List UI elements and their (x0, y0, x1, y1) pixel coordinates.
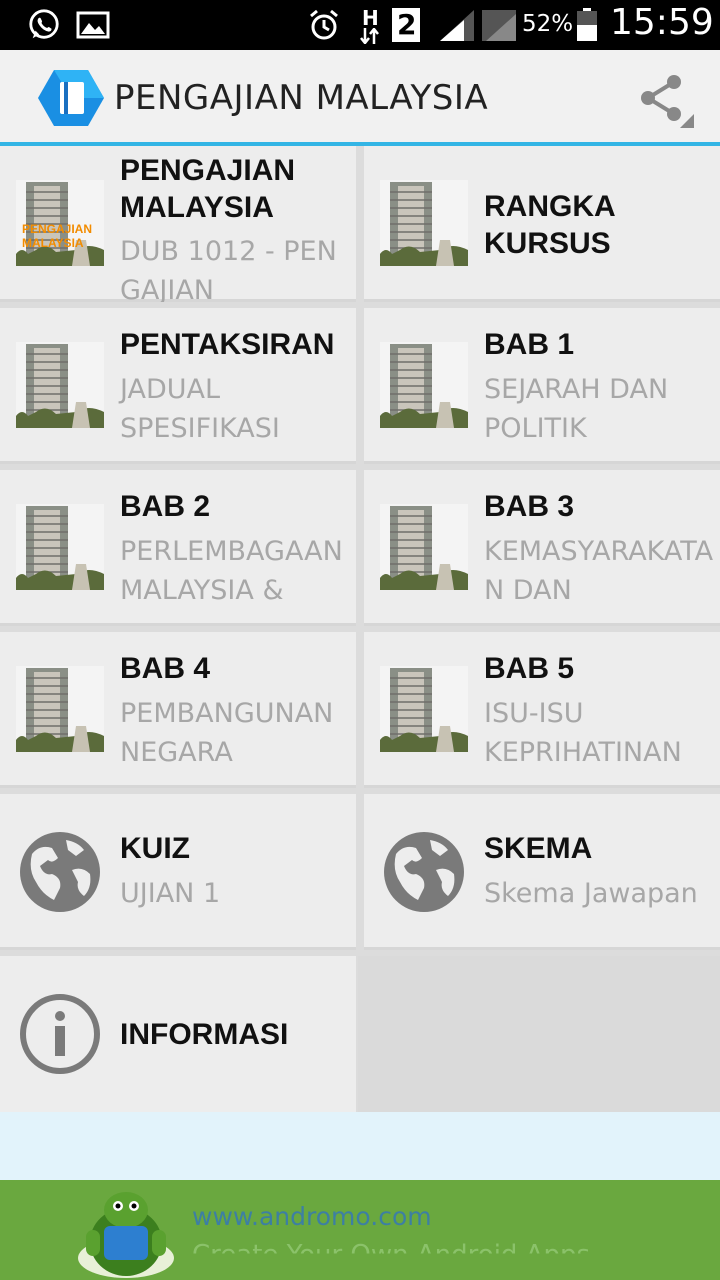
tile-title: RANGKA KURSUS (484, 190, 615, 260)
building-thumbnail-icon (16, 342, 104, 428)
signal-strength-2-icon (482, 10, 516, 41)
ad-banner[interactable]: www.andromo.com Create Your Own Android … (0, 1180, 720, 1280)
content-bottom-area (0, 1112, 720, 1180)
building-thumbnail-icon (16, 666, 104, 752)
tile-pengajian-malaysia[interactable]: PENGAJIAN MALAYSIA PENGAJIAN MALAYSIA DU… (0, 146, 356, 302)
tile-title: BAB 4 (120, 652, 211, 685)
tile-subtitle: PERLEMBAGAAN MALAYSIA & (120, 536, 343, 606)
tile-title: BAB 1 (484, 328, 575, 361)
building-thumbnail-icon (380, 342, 468, 428)
tile-title: BAB 2 (120, 490, 211, 523)
battery-icon (577, 8, 597, 41)
tile-subtitle: SEJARAH DAN POLITIK (484, 374, 669, 444)
thumb-overlay-text: PENGAJIAN MALAYSIA (22, 222, 93, 250)
tile-subtitle: JADUAL SPESIFIKASI (120, 374, 280, 444)
ad-url[interactable]: www.andromo.com (192, 1202, 432, 1231)
tile-bab-4[interactable]: BAB 4 PEMBANGUNAN NEGARA (0, 632, 356, 788)
building-thumbnail-icon (380, 666, 468, 752)
tile-subtitle: Skema Jawapan (484, 878, 698, 909)
gallery-icon (76, 11, 110, 39)
tile-title: PENTAKSIRAN (120, 328, 335, 361)
tile-subtitle: DUB 1012 - PENGAJIAN (120, 236, 337, 302)
building-thumbnail-icon (380, 504, 468, 590)
tile-pentaksiran[interactable]: PENTAKSIRAN JADUAL SPESIFIKASI (0, 308, 356, 464)
info-icon (20, 994, 100, 1074)
signal-strength-icon (440, 10, 474, 41)
tile-subtitle: UJIAN 1 (120, 878, 221, 909)
tile-kuiz[interactable]: KUIZ UJIAN 1 (0, 794, 356, 950)
share-button[interactable] (634, 74, 694, 130)
tile-bab-5[interactable]: BAB 5 ISU-ISU KEPRIHATINAN (364, 632, 720, 788)
tile-title: INFORMASI (120, 1018, 289, 1051)
tile-subtitle: ISU-ISU KEPRIHATINAN (484, 698, 682, 768)
tile-rangka-kursus[interactable]: RANGKA KURSUS (364, 146, 720, 302)
tile-title: KUIZ (120, 832, 190, 865)
app-logo-icon (38, 70, 104, 126)
tile-bab-1[interactable]: BAB 1 SEJARAH DAN POLITIK (364, 308, 720, 464)
empty-grid-cell (358, 956, 720, 1112)
tile-title: BAB 5 (484, 652, 575, 685)
tile-title: PENGAJIAN MALAYSIA (120, 154, 296, 224)
data-arrows-icon (360, 28, 379, 44)
status-bar: H 2 52% 15:59 (0, 0, 720, 50)
tile-subtitle: PEMBANGUNAN NEGARA (120, 698, 334, 768)
building-thumbnail-icon (380, 180, 468, 266)
globe-icon (384, 832, 464, 912)
tile-informasi[interactable]: INFORMASI (0, 956, 356, 1112)
andromo-robot-icon (78, 1192, 174, 1278)
tile-subtitle: KEMASYARAKATAN DAN (484, 536, 714, 606)
tile-bab-3[interactable]: BAB 3 KEMASYARAKATAN DAN (364, 470, 720, 626)
alarm-icon (310, 9, 338, 40)
tile-title: BAB 3 (484, 490, 575, 523)
tile-skema[interactable]: SKEMA Skema Jawapan (364, 794, 720, 950)
menu-grid: PENGAJIAN MALAYSIA PENGAJIAN MALAYSIA DU… (0, 146, 720, 1112)
tile-bab-2[interactable]: BAB 2 PERLEMBAGAAN MALAYSIA & (0, 470, 356, 626)
app-title: PENGAJIAN MALAYSIA (114, 78, 489, 118)
ad-tagline: Create Your Own Android Apps (192, 1240, 591, 1270)
globe-icon (20, 832, 100, 912)
battery-percent: 52% (522, 11, 574, 37)
action-bar: PENGAJIAN MALAYSIA (0, 50, 720, 146)
sim-number: 2 (397, 8, 417, 41)
clock: 15:59 (610, 2, 714, 43)
whatsapp-icon (29, 9, 59, 39)
building-thumbnail-icon (16, 504, 104, 590)
tile-title: SKEMA (484, 832, 593, 865)
network-type-indicator: H (362, 6, 379, 30)
